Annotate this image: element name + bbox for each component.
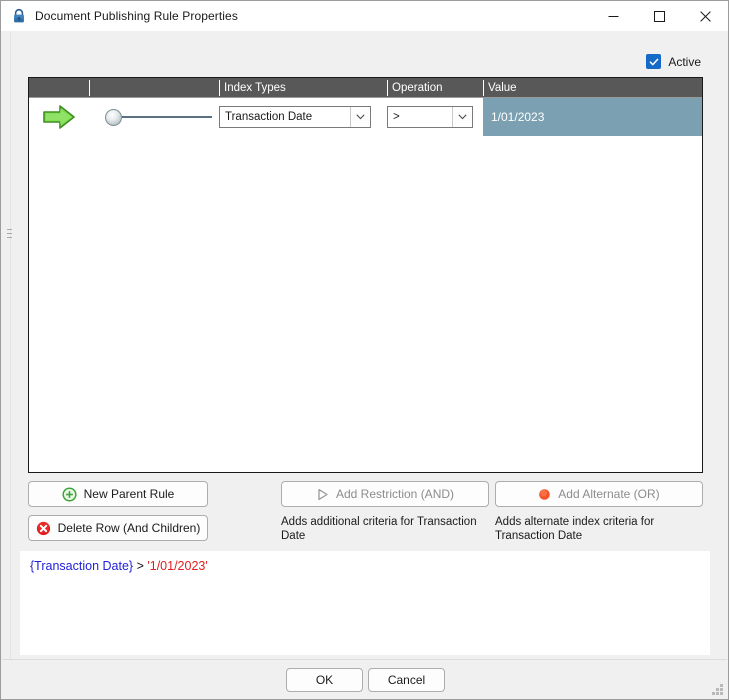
chevron-down-icon[interactable]	[452, 107, 472, 127]
table-row[interactable]: Transaction Date > 1/01/2023	[29, 98, 702, 136]
chevron-down-glyph	[458, 114, 467, 120]
new-parent-rule-label: New Parent Rule	[83, 487, 175, 501]
operation-dropdown[interactable]: >	[387, 106, 473, 128]
grid-header-label: Index Types	[224, 82, 286, 94]
index-type-dropdown[interactable]: Transaction Date	[219, 106, 371, 128]
minimize-button[interactable]	[590, 1, 636, 31]
expression-value: '1/01/2023'	[147, 559, 208, 573]
add-restriction-hint: Adds additional criteria for Transaction…	[281, 516, 477, 542]
index-type-value: Transaction Date	[225, 111, 313, 123]
active-label: Active	[668, 54, 701, 69]
plus-circle-icon	[62, 486, 77, 502]
add-restriction-button[interactable]: Add Restriction (AND)	[281, 481, 489, 507]
grid-header-cell-tree[interactable]	[89, 78, 219, 98]
expression-operator-wrap: >	[133, 559, 147, 573]
ok-button[interactable]: OK	[286, 668, 363, 692]
maximize-button[interactable]	[636, 1, 682, 31]
window-controls	[590, 1, 728, 31]
cancel-button[interactable]: Cancel	[368, 668, 445, 692]
gutter-tick	[7, 229, 12, 230]
green-arrow-icon	[43, 105, 75, 129]
new-parent-rule-button[interactable]: New Parent Rule	[28, 481, 208, 507]
grid-header-row: Index Types Operation Value	[29, 78, 702, 98]
lock-icon	[14, 8, 24, 23]
close-icon	[699, 10, 711, 22]
grid-header-cell-value[interactable]: Value	[483, 78, 702, 98]
minimize-icon	[608, 15, 618, 17]
maximize-icon	[653, 10, 665, 22]
dialog-window: Document Publishing Rule Properties Acti…	[0, 0, 729, 700]
triangle-right-icon	[318, 488, 328, 500]
grid-header-cell-operation[interactable]: Operation	[387, 78, 483, 98]
checkmark-icon	[649, 58, 659, 65]
active-checkbox-row[interactable]: Active	[646, 54, 701, 69]
operation-value: >	[393, 111, 400, 123]
grid-header-cell-index-types[interactable]: Index Types	[219, 78, 387, 98]
operation-cell[interactable]: >	[387, 98, 483, 136]
value-cell[interactable]: 1/01/2023	[483, 98, 702, 136]
gutter-divider	[10, 31, 11, 699]
resize-grip[interactable]	[711, 683, 724, 696]
active-checkbox[interactable]	[646, 54, 662, 69]
orange-circle-icon	[539, 488, 551, 500]
tree-node-handle[interactable]	[105, 109, 122, 126]
add-alternate-label: Add Alternate (OR)	[558, 487, 660, 501]
window-title: Document Publishing Rule Properties	[35, 9, 238, 23]
rules-grid: Index Types Operation Value Transaction …	[28, 77, 703, 473]
chevron-down-glyph	[356, 114, 365, 120]
tree-connector-line	[122, 116, 212, 118]
expression-preview-panel[interactable]: {Transaction Date} > '1/01/2023'	[20, 551, 710, 655]
gutter-tick	[7, 237, 12, 238]
gutter-tick	[7, 233, 12, 234]
grid-body: Transaction Date > 1/01/2023	[29, 98, 702, 472]
close-button[interactable]	[682, 1, 728, 31]
expression-field: {Transaction Date}	[30, 559, 134, 573]
add-alternate-button[interactable]: Add Alternate (OR)	[495, 481, 703, 507]
column-separator	[483, 80, 484, 96]
index-type-cell[interactable]: Transaction Date	[219, 98, 387, 136]
delete-circle-icon	[36, 521, 50, 535]
title-bar: Document Publishing Rule Properties	[1, 1, 728, 31]
expression-operator: >	[136, 559, 144, 573]
delete-row-button[interactable]: Delete Row (And Children)	[28, 515, 208, 541]
dialog-body: Active Index Types Operation Value Trans…	[2, 31, 727, 699]
grid-header-label: Operation	[392, 82, 443, 94]
add-restriction-label: Add Restriction (AND)	[335, 487, 455, 501]
grid-header-cell-indicator[interactable]	[29, 78, 89, 98]
column-separator	[219, 80, 220, 96]
row-tree-cell[interactable]	[89, 98, 219, 136]
column-separator	[89, 80, 90, 96]
delete-row-label: Delete Row (And Children)	[57, 521, 201, 535]
dialog-footer: OK Cancel	[2, 660, 727, 699]
expression-line: {Transaction Date} > '1/01/2023'	[30, 559, 700, 573]
grid-header-label: Value	[488, 82, 517, 94]
value-text: 1/01/2023	[491, 110, 545, 124]
row-indicator-cell[interactable]	[29, 98, 89, 136]
column-separator	[387, 80, 388, 96]
add-alternate-hint: Adds alternate index criteria for Transa…	[495, 516, 655, 542]
chevron-down-icon[interactable]	[350, 107, 370, 127]
